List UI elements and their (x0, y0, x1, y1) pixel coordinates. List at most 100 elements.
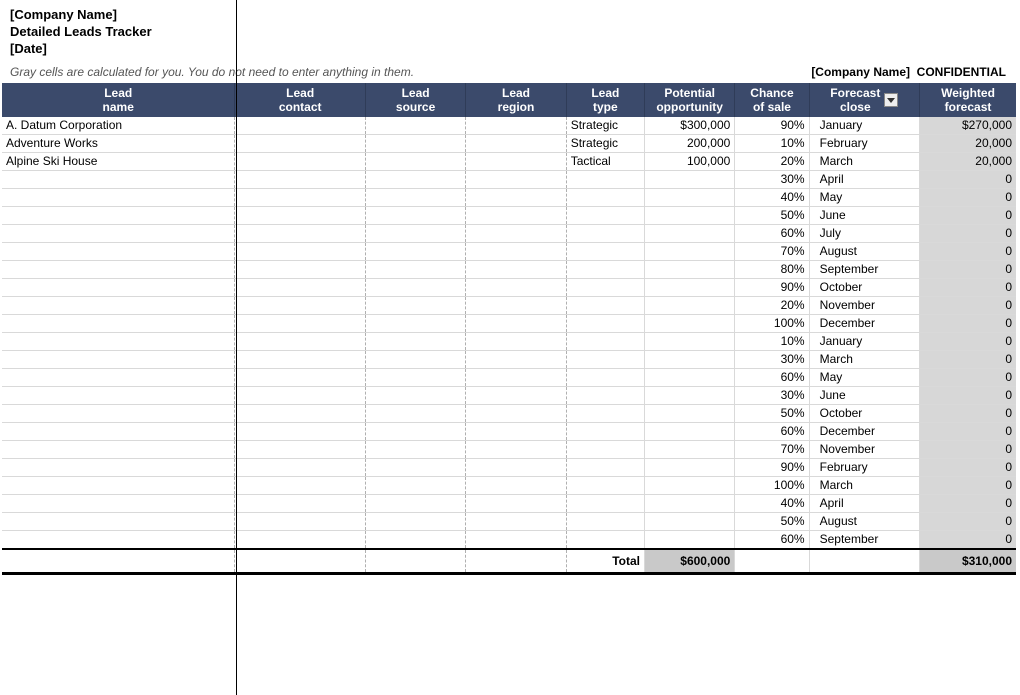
cell-chance[interactable]: 40% (735, 495, 809, 513)
cell-contact[interactable] (235, 477, 366, 495)
cell-potential[interactable] (644, 315, 734, 333)
col-potential[interactable]: Potentialopportunity (644, 83, 734, 117)
cell-chance[interactable]: 60% (735, 369, 809, 387)
table-row[interactable]: 30%June0 (2, 387, 1016, 405)
cell-forecast[interactable]: August (809, 243, 919, 261)
col-lead-name[interactable]: Leadname (2, 83, 235, 117)
cell-type[interactable]: Strategic (566, 135, 644, 153)
col-lead-contact[interactable]: Leadcontact (235, 83, 366, 117)
cell-chance[interactable]: 20% (735, 297, 809, 315)
cell-weighted[interactable]: $270,000 (920, 117, 1016, 135)
cell-source[interactable] (365, 135, 465, 153)
cell-lead-name[interactable] (2, 531, 235, 550)
cell-source[interactable] (365, 369, 465, 387)
cell-potential[interactable] (644, 369, 734, 387)
cell-contact[interactable] (235, 333, 366, 351)
cell-weighted[interactable]: 20,000 (920, 153, 1016, 171)
table-row[interactable]: 40%May0 (2, 189, 1016, 207)
cell-potential[interactable]: 200,000 (644, 135, 734, 153)
cell-source[interactable] (365, 189, 465, 207)
cell-source[interactable] (365, 297, 465, 315)
cell-potential[interactable] (644, 189, 734, 207)
table-row[interactable]: 50%October0 (2, 405, 1016, 423)
cell-forecast[interactable]: November (809, 441, 919, 459)
cell-lead-name[interactable] (2, 351, 235, 369)
cell-potential[interactable] (644, 495, 734, 513)
table-row[interactable]: Alpine Ski HouseTactical100,00020%March2… (2, 153, 1016, 171)
cell-chance[interactable]: 80% (735, 261, 809, 279)
cell-region[interactable] (466, 459, 566, 477)
table-row[interactable]: 100%March0 (2, 477, 1016, 495)
cell-contact[interactable] (235, 225, 366, 243)
cell-contact[interactable] (235, 495, 366, 513)
cell-forecast[interactable]: October (809, 405, 919, 423)
cell-region[interactable] (466, 135, 566, 153)
cell-lead-name[interactable]: A. Datum Corporation (2, 117, 235, 135)
cell-lead-name[interactable] (2, 387, 235, 405)
cell-potential[interactable] (644, 171, 734, 189)
cell-region[interactable] (466, 225, 566, 243)
cell-potential[interactable] (644, 297, 734, 315)
table-row[interactable]: 10%January0 (2, 333, 1016, 351)
cell-contact[interactable] (235, 531, 366, 550)
cell-lead-name[interactable] (2, 225, 235, 243)
cell-weighted[interactable]: 0 (920, 477, 1016, 495)
cell-contact[interactable] (235, 243, 366, 261)
cell-region[interactable] (466, 207, 566, 225)
cell-chance[interactable]: 60% (735, 531, 809, 550)
cell-region[interactable] (466, 261, 566, 279)
cell-contact[interactable] (235, 315, 366, 333)
cell-lead-name[interactable] (2, 333, 235, 351)
table-row[interactable]: 100%December0 (2, 315, 1016, 333)
cell-source[interactable] (365, 153, 465, 171)
cell-region[interactable] (466, 423, 566, 441)
cell-potential[interactable] (644, 531, 734, 550)
table-row[interactable]: 50%June0 (2, 207, 1016, 225)
cell-region[interactable] (466, 333, 566, 351)
cell-type[interactable] (566, 171, 644, 189)
cell-contact[interactable] (235, 117, 366, 135)
cell-region[interactable] (466, 477, 566, 495)
cell-potential[interactable] (644, 351, 734, 369)
cell-chance[interactable]: 90% (735, 459, 809, 477)
table-row[interactable]: 90%October0 (2, 279, 1016, 297)
cell-lead-name[interactable] (2, 297, 235, 315)
table-row[interactable]: A. Datum CorporationStrategic$300,00090%… (2, 117, 1016, 135)
cell-lead-name[interactable] (2, 495, 235, 513)
cell-type[interactable] (566, 405, 644, 423)
cell-weighted[interactable]: 0 (920, 423, 1016, 441)
cell-contact[interactable] (235, 405, 366, 423)
cell-type[interactable] (566, 351, 644, 369)
cell-weighted[interactable]: 0 (920, 279, 1016, 297)
cell-region[interactable] (466, 189, 566, 207)
cell-weighted[interactable]: 0 (920, 369, 1016, 387)
cell-chance[interactable]: 90% (735, 279, 809, 297)
cell-forecast[interactable]: April (809, 495, 919, 513)
cell-forecast[interactable]: January (809, 333, 919, 351)
table-row[interactable]: 60%December0 (2, 423, 1016, 441)
cell-contact[interactable] (235, 513, 366, 531)
cell-chance[interactable]: 10% (735, 333, 809, 351)
cell-type[interactable] (566, 297, 644, 315)
cell-contact[interactable] (235, 189, 366, 207)
cell-source[interactable] (365, 171, 465, 189)
cell-type[interactable] (566, 531, 644, 550)
cell-weighted[interactable]: 0 (920, 387, 1016, 405)
cell-type[interactable] (566, 225, 644, 243)
table-row[interactable]: 70%August0 (2, 243, 1016, 261)
cell-source[interactable] (365, 333, 465, 351)
table-row[interactable]: 80%September0 (2, 261, 1016, 279)
cell-weighted[interactable]: 0 (920, 261, 1016, 279)
table-row[interactable]: 90%February0 (2, 459, 1016, 477)
cell-lead-name[interactable] (2, 441, 235, 459)
cell-chance[interactable]: 50% (735, 207, 809, 225)
table-row[interactable]: 40%April0 (2, 495, 1016, 513)
cell-weighted[interactable]: 0 (920, 333, 1016, 351)
cell-source[interactable] (365, 279, 465, 297)
cell-chance[interactable]: 30% (735, 387, 809, 405)
cell-type[interactable] (566, 459, 644, 477)
cell-lead-name[interactable] (2, 405, 235, 423)
cell-contact[interactable] (235, 441, 366, 459)
cell-chance[interactable]: 60% (735, 225, 809, 243)
cell-forecast[interactable]: March (809, 477, 919, 495)
